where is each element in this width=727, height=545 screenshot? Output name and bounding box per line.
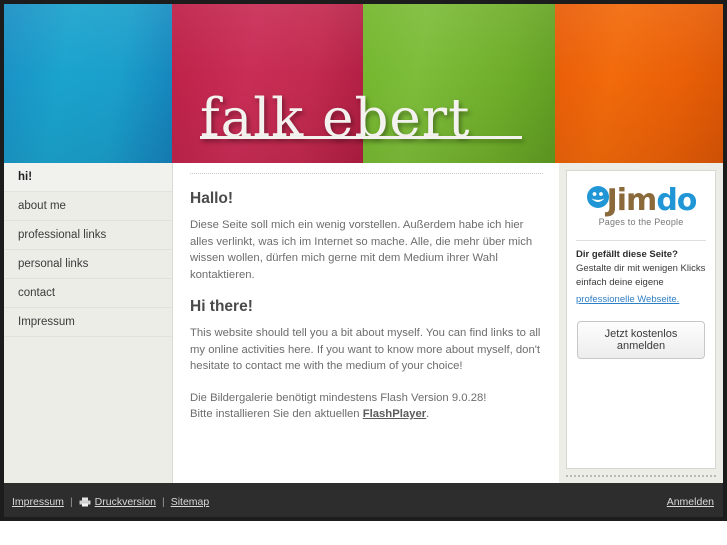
promo-text-line1: Gestalte dir mit wenigen Klicks (576, 263, 706, 274)
flash-notice: Die Bildergalerie benötigt mindestens Fl… (190, 390, 543, 423)
sidebar-item-impressum[interactable]: Impressum (4, 308, 172, 337)
site-footer: Impressum | Druckversion | Sitemap Anmel… (4, 483, 723, 517)
signup-button[interactable]: Jetzt kostenlos anmelden (577, 321, 705, 359)
jimdo-wordmark-do: do (656, 183, 697, 218)
paragraph-german: Diese Seite soll mich ein wenig vorstell… (190, 219, 533, 281)
banner-band-green (363, 4, 555, 163)
jimdo-wordmark-jim: Jim (606, 183, 658, 218)
sidebar-item-about-me[interactable]: about me (4, 192, 172, 221)
sidebar-item-hi[interactable]: hi! (4, 163, 172, 192)
footer-link-impressum[interactable]: Impressum (12, 496, 64, 508)
promo-text-line2: einfach deine eigene (576, 277, 664, 288)
footer-link-anmelden[interactable]: Anmelden (667, 496, 714, 508)
footer-separator-1: | (69, 496, 73, 508)
promo-headline: Dir gefällt diese Seite? (576, 249, 678, 260)
sidebar-item-contact[interactable]: contact (4, 279, 172, 308)
content-columns: hi! about me professional links personal… (4, 163, 723, 483)
printer-icon (79, 497, 91, 507)
main-content: Hallo! Diese Seite soll mich ein wenig v… (173, 163, 559, 483)
footer-link-druckversion[interactable]: Druckversion (95, 496, 156, 508)
banner-sheen-green (363, 4, 555, 163)
banner-sheen-pink (172, 4, 363, 163)
jimdo-logo: Jim do Pages to the People (576, 177, 706, 234)
banner-sheen-orange (555, 4, 723, 163)
flashplayer-link[interactable]: FlashPlayer (363, 408, 426, 420)
header-banner (4, 4, 723, 163)
jimdo-promo-box: Jim do Pages to the People Dir gefällt di… (566, 170, 716, 469)
page-root: falk ebert hi! about me professional lin… (0, 0, 727, 545)
sidebar-bottom-divider (566, 475, 716, 478)
sidebar-item-personal-links[interactable]: personal links (4, 250, 172, 279)
jimdo-tagline: Pages to the People (598, 217, 684, 227)
sidebar-item-professional-links[interactable]: professional links (4, 221, 172, 250)
banner-band-pink (172, 4, 363, 163)
flash-notice-line2-suffix: . (426, 408, 430, 420)
footer-link-sitemap[interactable]: Sitemap (171, 496, 210, 508)
banner-sheen-blue (4, 4, 172, 163)
promo-divider (576, 240, 706, 241)
main-navigation: hi! about me professional links personal… (4, 163, 173, 483)
footer-login: Anmelden (667, 496, 714, 508)
footer-links: Impressum | Druckversion | Sitemap (12, 496, 209, 508)
flash-notice-line2-prefix: Bitte installieren Sie den aktuellen (190, 408, 363, 420)
content-top-divider (190, 173, 543, 175)
footer-separator-2: | (161, 496, 165, 508)
paragraph-english: This website should tell you a bit about… (190, 327, 541, 372)
heading-hallo: Hallo! (190, 190, 234, 207)
heading-hi-there: Hi there! (190, 298, 253, 315)
flash-notice-line1: Die Bildergalerie benötigt mindestens Fl… (190, 391, 487, 404)
right-sidebar: Jim do Pages to the People Dir gefällt di… (559, 163, 723, 483)
banner-band-orange (555, 4, 723, 163)
jimdo-logo-row: Jim do (576, 180, 706, 216)
banner-band-blue (4, 4, 172, 163)
promo-website-link[interactable]: professionelle Webseite. (576, 294, 679, 305)
